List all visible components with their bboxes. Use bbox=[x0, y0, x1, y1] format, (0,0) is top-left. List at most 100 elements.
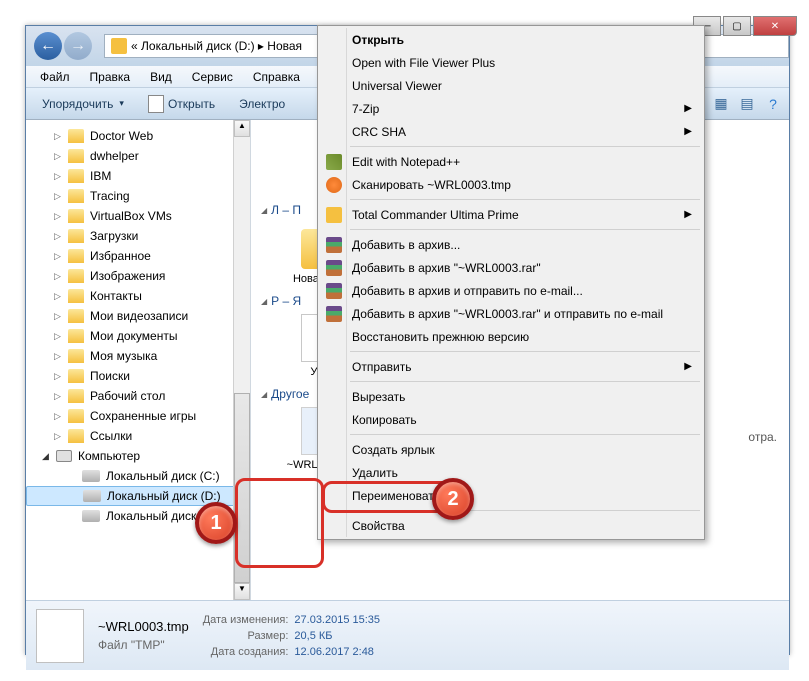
open-button[interactable]: Открыть bbox=[138, 91, 225, 117]
context-menu: ОткрытьOpen with File Viewer PlusUnivers… bbox=[317, 25, 705, 540]
breadcrumb-item[interactable]: Локальный диск (D:) bbox=[141, 39, 255, 53]
created-value: 12.06.2017 2:48 bbox=[294, 646, 380, 658]
email-button[interactable]: Электро bbox=[229, 93, 295, 115]
context-menu-item[interactable]: Universal Viewer bbox=[320, 74, 702, 97]
folder-icon bbox=[68, 209, 84, 223]
context-menu-item[interactable]: Свойства bbox=[320, 514, 702, 537]
context-menu-item[interactable]: Вырезать bbox=[320, 385, 702, 408]
rar-icon bbox=[326, 237, 342, 253]
context-menu-item[interactable]: Восстановить прежнюю версию bbox=[320, 325, 702, 348]
context-menu-item[interactable]: Сканировать ~WRL0003.tmp bbox=[320, 173, 702, 196]
tree-folder-item[interactable]: ▷IBM bbox=[26, 166, 250, 186]
folder-icon bbox=[68, 189, 84, 203]
view-options-button[interactable]: ▦ bbox=[711, 94, 731, 114]
folder-icon bbox=[68, 249, 84, 263]
folder-icon bbox=[68, 389, 84, 403]
folder-icon bbox=[68, 129, 84, 143]
context-menu-item[interactable]: Добавить в архив "~WRL0003.rar" и отправ… bbox=[320, 302, 702, 325]
submenu-arrow-icon: ▶ bbox=[684, 361, 692, 372]
tree-computer[interactable]: ◢Компьютер bbox=[26, 446, 250, 466]
context-menu-item[interactable]: Open with File Viewer Plus bbox=[320, 51, 702, 74]
npp-icon bbox=[326, 154, 342, 170]
menu-tools[interactable]: Сервис bbox=[182, 68, 243, 86]
context-menu-item[interactable]: Переименовать bbox=[320, 484, 702, 507]
tree-folder-item[interactable]: ▷Поиски bbox=[26, 366, 250, 386]
tree-folder-item[interactable]: ▷Загрузки bbox=[26, 226, 250, 246]
help-button[interactable]: ? bbox=[763, 94, 783, 114]
drive-icon bbox=[82, 470, 100, 482]
submenu-arrow-icon: ▶ bbox=[684, 103, 692, 114]
context-menu-item[interactable]: Total Commander Ultima Prime▶ bbox=[320, 203, 702, 226]
menu-file[interactable]: Файл bbox=[30, 68, 80, 86]
submenu-arrow-icon: ▶ bbox=[684, 209, 692, 220]
context-menu-item[interactable]: Добавить в архив "~WRL0003.rar" bbox=[320, 256, 702, 279]
nav-forward-button[interactable]: → bbox=[64, 32, 92, 60]
folder-icon bbox=[68, 369, 84, 383]
context-menu-item[interactable]: Добавить в архив и отправить по e-mail..… bbox=[320, 279, 702, 302]
scroll-up-button[interactable]: ▲ bbox=[234, 120, 250, 137]
tree-folder-item[interactable]: ▷Ссылки bbox=[26, 426, 250, 446]
folder-icon bbox=[68, 409, 84, 423]
callout-badge-1: 1 bbox=[195, 502, 237, 544]
size-label: Размер: bbox=[203, 630, 289, 642]
tree-folder-item[interactable]: ▷Doctor Web bbox=[26, 126, 250, 146]
nav-back-button[interactable]: ← bbox=[34, 32, 62, 60]
callout-badge-2: 2 bbox=[432, 478, 474, 520]
context-menu-item[interactable]: Открыть bbox=[320, 28, 702, 51]
close-button[interactable]: ✕ bbox=[753, 16, 797, 36]
context-menu-item[interactable]: 7-Zip▶ bbox=[320, 97, 702, 120]
tree-folder-item[interactable]: ▷Моя музыка bbox=[26, 346, 250, 366]
context-menu-item[interactable]: Удалить bbox=[320, 461, 702, 484]
tree-folder-item[interactable]: ▷Избранное bbox=[26, 246, 250, 266]
folder-icon bbox=[111, 38, 127, 54]
maximize-button[interactable]: ▢ bbox=[723, 16, 751, 36]
details-pane: ~WRL0003.tmp Файл "TMP" Дата изменения: … bbox=[26, 600, 789, 670]
context-menu-item[interactable]: Добавить в архив... bbox=[320, 233, 702, 256]
organize-button[interactable]: Упорядочить bbox=[32, 93, 134, 115]
folder-icon bbox=[68, 349, 84, 363]
context-menu-item[interactable]: Edit with Notepad++ bbox=[320, 150, 702, 173]
details-thumbnail bbox=[36, 609, 84, 663]
breadcrumb-item[interactable]: Новая bbox=[267, 39, 302, 53]
menu-separator bbox=[350, 351, 700, 352]
file-icon bbox=[148, 95, 164, 113]
tc-icon bbox=[326, 207, 342, 223]
tree-folder-item[interactable]: ▷Сохраненные игры bbox=[26, 406, 250, 426]
tree-folder-item[interactable]: ▷Контакты bbox=[26, 286, 250, 306]
menu-help[interactable]: Справка bbox=[243, 68, 310, 86]
scroll-thumb[interactable] bbox=[234, 393, 250, 583]
menu-separator bbox=[350, 199, 700, 200]
avast-icon bbox=[326, 177, 342, 193]
drive-icon bbox=[83, 490, 101, 502]
details-filetype: Файл "TMP" bbox=[98, 638, 189, 652]
menu-view[interactable]: Вид bbox=[140, 68, 182, 86]
rar-icon bbox=[326, 306, 342, 322]
tree-folder-item[interactable]: ▷Изображения bbox=[26, 266, 250, 286]
tree-folder-item[interactable]: ▷VirtualBox VMs bbox=[26, 206, 250, 226]
tree-folder-item[interactable]: ▷Мои видеозаписи bbox=[26, 306, 250, 326]
menu-separator bbox=[350, 510, 700, 511]
modified-label: Дата изменения: bbox=[203, 614, 289, 626]
menu-separator bbox=[350, 229, 700, 230]
context-menu-item[interactable]: CRC SHA▶ bbox=[320, 120, 702, 143]
rar-icon bbox=[326, 260, 342, 276]
folder-icon bbox=[68, 329, 84, 343]
scroll-down-button[interactable]: ▼ bbox=[234, 583, 250, 600]
context-menu-item[interactable]: Копировать bbox=[320, 408, 702, 431]
modified-value: 27.03.2015 15:35 bbox=[294, 614, 380, 626]
preview-pane-button[interactable]: ▤ bbox=[737, 94, 757, 114]
submenu-arrow-icon: ▶ bbox=[684, 126, 692, 137]
folder-icon bbox=[68, 269, 84, 283]
tree-folder-item[interactable]: ▷Tracing bbox=[26, 186, 250, 206]
context-menu-item[interactable]: Создать ярлык bbox=[320, 438, 702, 461]
context-menu-item[interactable]: Отправить▶ bbox=[320, 355, 702, 378]
tree-folder-item[interactable]: ▷Мои документы bbox=[26, 326, 250, 346]
rar-icon bbox=[326, 283, 342, 299]
menu-separator bbox=[350, 434, 700, 435]
folder-icon bbox=[68, 169, 84, 183]
tree-folder-item[interactable]: ▷Рабочий стол bbox=[26, 386, 250, 406]
tree-drive-item[interactable]: Локальный диск (C:) bbox=[26, 466, 250, 486]
drive-icon bbox=[82, 510, 100, 522]
menu-edit[interactable]: Правка bbox=[80, 68, 141, 86]
tree-folder-item[interactable]: ▷dwhelper bbox=[26, 146, 250, 166]
